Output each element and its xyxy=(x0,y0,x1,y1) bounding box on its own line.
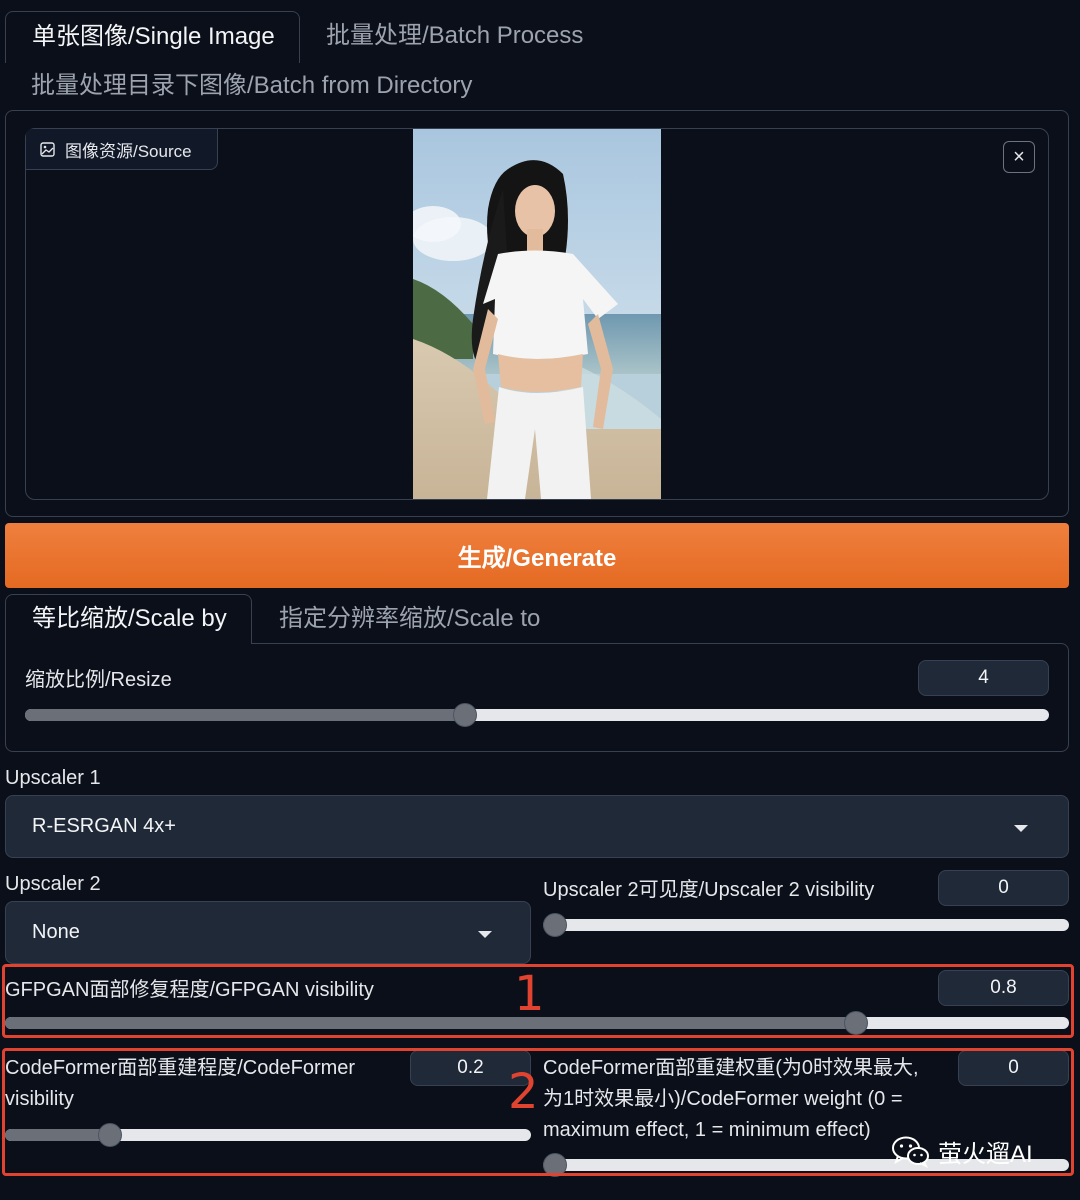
resize-slider[interactable] xyxy=(25,703,1049,727)
tab-batch-directory[interactable]: 批量处理目录下图像/Batch from Directory xyxy=(31,74,472,98)
upscaler2-select[interactable]: None xyxy=(5,901,531,964)
upscaler1-selected: R-ESRGAN 4x+ xyxy=(32,815,176,837)
upscaler2-visibility-input[interactable]: 0 xyxy=(938,870,1069,906)
upscaler2-visibility-label: Upscaler 2可见度/Upscaler 2 visibility xyxy=(543,879,875,901)
wechat-icon xyxy=(892,1136,930,1168)
watermark: 萤火遛AI xyxy=(892,1134,1033,1169)
upscaler1-label: Upscaler 1 xyxy=(5,767,101,789)
generate-button[interactable]: 生成/Generate xyxy=(5,523,1069,588)
tab-batch-process[interactable]: 批量处理/Batch Process xyxy=(326,24,583,48)
close-icon: × xyxy=(1013,145,1025,168)
resize-label: 缩放比例/Resize xyxy=(25,669,172,691)
upscaler1-select[interactable]: R-ESRGAN 4x+ xyxy=(5,795,1069,858)
source-label-text: 图像资源/Source xyxy=(65,141,192,161)
tab-scale-by[interactable]: 等比缩放/Scale by xyxy=(5,594,252,644)
upscaler2-visibility-slider-thumb[interactable] xyxy=(543,913,567,937)
image-icon xyxy=(40,141,55,157)
caret-down-icon xyxy=(1014,825,1028,832)
caret-down-icon xyxy=(478,931,492,938)
upscaler2-selected: None xyxy=(32,921,80,943)
generate-label: 生成/Generate xyxy=(457,545,617,572)
tab-scale-to[interactable]: 指定分辨率缩放/Scale to xyxy=(279,607,540,631)
upscaler2-label: Upscaler 2 xyxy=(5,873,101,895)
upscaler2-visibility-slider[interactable] xyxy=(543,913,1069,937)
resize-input[interactable]: 4 xyxy=(918,660,1049,696)
watermark-text: 萤火遛AI xyxy=(938,1141,1033,1168)
source-image xyxy=(413,129,661,499)
scale-panel xyxy=(5,643,1069,752)
annotation-number-2: 2 xyxy=(508,1064,539,1120)
tab-single-image[interactable]: 单张图像/Single Image xyxy=(5,11,300,63)
source-label: 图像资源/Source xyxy=(26,129,218,170)
close-button[interactable]: × xyxy=(1003,141,1035,173)
annotation-number-1: 1 xyxy=(514,966,545,1022)
